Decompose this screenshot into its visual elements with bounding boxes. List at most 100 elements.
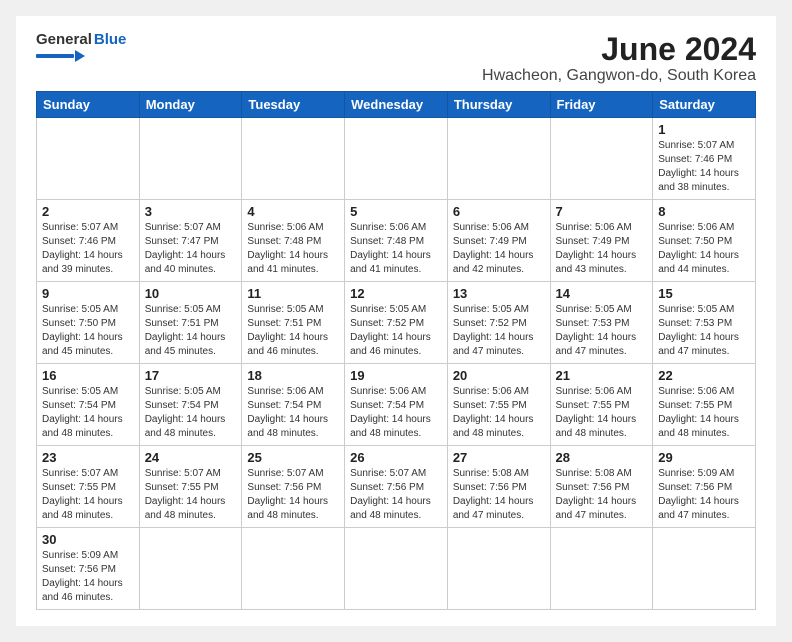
day-header-friday: Friday bbox=[550, 92, 653, 118]
calendar-cell: 17 Sunrise: 5:05 AM Sunset: 7:54 PM Dayli… bbox=[139, 364, 242, 446]
calendar-cell: 21Sunrise: 5:06 AM Sunset: 7:55 PM Dayli… bbox=[550, 364, 653, 446]
calendar-cell bbox=[139, 528, 242, 610]
day-number: 30 bbox=[42, 532, 134, 547]
day-number: 16 bbox=[42, 368, 134, 383]
calendar-cell: 29Sunrise: 5:09 AM Sunset: 7:56 PM Dayli… bbox=[653, 446, 756, 528]
calendar-cell: 8 Sunrise: 5:06 AM Sunset: 7:50 PM Daylig… bbox=[653, 200, 756, 282]
day-number: 27 bbox=[453, 450, 545, 465]
day-number: 11 bbox=[247, 286, 339, 301]
day-info: Sunrise: 5:05 AM Sunset: 7:54 PM Dayligh… bbox=[145, 385, 237, 441]
day-info: Sunrise: 5:05 AM Sunset: 7:53 PM Dayligh… bbox=[556, 303, 648, 359]
day-info: Sunrise: 5:09 AM Sunset: 7:56 PM Dayligh… bbox=[42, 549, 134, 605]
day-info: Sunrise: 5:05 AM Sunset: 7:53 PM Dayligh… bbox=[658, 303, 750, 359]
day-number: 29 bbox=[658, 450, 750, 465]
logo-blue: Blue bbox=[94, 32, 127, 49]
week-row-4: 23 Sunrise: 5:07 AM Sunset: 7:55 PM Dayli… bbox=[37, 446, 756, 528]
day-number: 10 bbox=[145, 286, 237, 301]
page: General Blue June 2024 Hwacheon, Gangwon… bbox=[16, 16, 776, 626]
day-number: 8 bbox=[658, 204, 750, 219]
header: General Blue June 2024 Hwacheon, Gangwon… bbox=[36, 32, 756, 85]
day-info: Sunrise: 5:07 AM Sunset: 7:46 PM Dayligh… bbox=[42, 221, 134, 277]
day-number: 17 bbox=[145, 368, 237, 383]
calendar-cell: 13 Sunrise: 5:05 AM Sunset: 7:52 PM Dayli… bbox=[447, 282, 550, 364]
calendar-cell bbox=[37, 118, 140, 200]
day-info: Sunrise: 5:07 AM Sunset: 7:46 PM Dayligh… bbox=[658, 139, 750, 195]
day-info: Sunrise: 5:07 AM Sunset: 7:55 PM Dayligh… bbox=[145, 467, 237, 523]
week-row-3: 16 Sunrise: 5:05 AM Sunset: 7:54 PM Dayli… bbox=[37, 364, 756, 446]
day-header-wednesday: Wednesday bbox=[345, 92, 448, 118]
calendar-cell bbox=[447, 118, 550, 200]
calendar-cell: 26 Sunrise: 5:07 AM Sunset: 7:56 PM Dayli… bbox=[345, 446, 448, 528]
day-number: 15 bbox=[658, 286, 750, 301]
day-info: Sunrise: 5:06 AM Sunset: 7:55 PM Dayligh… bbox=[658, 385, 750, 441]
day-number: 20 bbox=[453, 368, 545, 383]
calendar-cell bbox=[242, 118, 345, 200]
logo-arrow bbox=[75, 50, 85, 62]
calendar-cell bbox=[653, 528, 756, 610]
calendar-cell: 1 Sunrise: 5:07 AM Sunset: 7:46 PM Daylig… bbox=[653, 118, 756, 200]
day-number: 5 bbox=[350, 204, 442, 219]
day-number: 22 bbox=[658, 368, 750, 383]
day-info: Sunrise: 5:06 AM Sunset: 7:54 PM Dayligh… bbox=[350, 385, 442, 441]
day-info: Sunrise: 5:06 AM Sunset: 7:49 PM Dayligh… bbox=[453, 221, 545, 277]
day-header-thursday: Thursday bbox=[447, 92, 550, 118]
calendar-cell: 12Sunrise: 5:05 AM Sunset: 7:52 PM Dayli… bbox=[345, 282, 448, 364]
week-row-1: 2 Sunrise: 5:07 AM Sunset: 7:46 PM Daylig… bbox=[37, 200, 756, 282]
subtitle: Hwacheon, Gangwon-do, South Korea bbox=[482, 67, 756, 85]
calendar-cell: 10 Sunrise: 5:05 AM Sunset: 7:51 PM Dayli… bbox=[139, 282, 242, 364]
day-info: Sunrise: 5:06 AM Sunset: 7:50 PM Dayligh… bbox=[658, 221, 750, 277]
calendar-cell: 22 Sunrise: 5:06 AM Sunset: 7:55 PM Dayli… bbox=[653, 364, 756, 446]
day-info: Sunrise: 5:06 AM Sunset: 7:54 PM Dayligh… bbox=[247, 385, 339, 441]
logo-bar bbox=[36, 54, 74, 58]
week-row-2: 9Sunrise: 5:05 AM Sunset: 7:50 PM Daylig… bbox=[37, 282, 756, 364]
day-info: Sunrise: 5:05 AM Sunset: 7:51 PM Dayligh… bbox=[145, 303, 237, 359]
main-title: June 2024 bbox=[482, 32, 756, 67]
week-row-0: 1 Sunrise: 5:07 AM Sunset: 7:46 PM Daylig… bbox=[37, 118, 756, 200]
day-number: 24 bbox=[145, 450, 237, 465]
calendar-cell bbox=[447, 528, 550, 610]
day-info: Sunrise: 5:07 AM Sunset: 7:56 PM Dayligh… bbox=[247, 467, 339, 523]
calendar-cell: 15 Sunrise: 5:05 AM Sunset: 7:53 PM Dayli… bbox=[653, 282, 756, 364]
day-info: Sunrise: 5:07 AM Sunset: 7:56 PM Dayligh… bbox=[350, 467, 442, 523]
day-number: 23 bbox=[42, 450, 134, 465]
calendar-cell: 5Sunrise: 5:06 AM Sunset: 7:48 PM Daylig… bbox=[345, 200, 448, 282]
day-number: 26 bbox=[350, 450, 442, 465]
calendar: SundayMondayTuesdayWednesdayThursdayFrid… bbox=[36, 91, 756, 610]
day-number: 21 bbox=[556, 368, 648, 383]
title-block: June 2024 Hwacheon, Gangwon-do, South Ko… bbox=[482, 32, 756, 85]
header-row: SundayMondayTuesdayWednesdayThursdayFrid… bbox=[37, 92, 756, 118]
day-number: 6 bbox=[453, 204, 545, 219]
calendar-cell: 24 Sunrise: 5:07 AM Sunset: 7:55 PM Dayli… bbox=[139, 446, 242, 528]
day-number: 13 bbox=[453, 286, 545, 301]
calendar-cell: 23 Sunrise: 5:07 AM Sunset: 7:55 PM Dayli… bbox=[37, 446, 140, 528]
calendar-cell bbox=[345, 528, 448, 610]
logo: General Blue bbox=[36, 32, 126, 62]
day-number: 2 bbox=[42, 204, 134, 219]
calendar-cell: 20 Sunrise: 5:06 AM Sunset: 7:55 PM Dayli… bbox=[447, 364, 550, 446]
calendar-cell: 25 Sunrise: 5:07 AM Sunset: 7:56 PM Dayli… bbox=[242, 446, 345, 528]
day-info: Sunrise: 5:08 AM Sunset: 7:56 PM Dayligh… bbox=[556, 467, 648, 523]
day-number: 25 bbox=[247, 450, 339, 465]
calendar-cell: 27Sunrise: 5:08 AM Sunset: 7:56 PM Dayli… bbox=[447, 446, 550, 528]
day-info: Sunrise: 5:07 AM Sunset: 7:55 PM Dayligh… bbox=[42, 467, 134, 523]
calendar-cell bbox=[139, 118, 242, 200]
day-info: Sunrise: 5:06 AM Sunset: 7:55 PM Dayligh… bbox=[453, 385, 545, 441]
calendar-cell: 7 Sunrise: 5:06 AM Sunset: 7:49 PM Daylig… bbox=[550, 200, 653, 282]
calendar-cell: 4Sunrise: 5:06 AM Sunset: 7:48 PM Daylig… bbox=[242, 200, 345, 282]
day-info: Sunrise: 5:05 AM Sunset: 7:50 PM Dayligh… bbox=[42, 303, 134, 359]
calendar-cell bbox=[345, 118, 448, 200]
calendar-cell: 19Sunrise: 5:06 AM Sunset: 7:54 PM Dayli… bbox=[345, 364, 448, 446]
day-number: 18 bbox=[247, 368, 339, 383]
day-number: 1 bbox=[658, 122, 750, 137]
day-info: Sunrise: 5:05 AM Sunset: 7:52 PM Dayligh… bbox=[453, 303, 545, 359]
calendar-cell: 3Sunrise: 5:07 AM Sunset: 7:47 PM Daylig… bbox=[139, 200, 242, 282]
calendar-cell: 11Sunrise: 5:05 AM Sunset: 7:51 PM Dayli… bbox=[242, 282, 345, 364]
calendar-cell bbox=[550, 118, 653, 200]
calendar-cell bbox=[242, 528, 345, 610]
calendar-cell: 30 Sunrise: 5:09 AM Sunset: 7:56 PM Dayli… bbox=[37, 528, 140, 610]
calendar-cell: 2 Sunrise: 5:07 AM Sunset: 7:46 PM Daylig… bbox=[37, 200, 140, 282]
day-number: 7 bbox=[556, 204, 648, 219]
day-header-saturday: Saturday bbox=[653, 92, 756, 118]
day-info: Sunrise: 5:06 AM Sunset: 7:49 PM Dayligh… bbox=[556, 221, 648, 277]
week-row-5: 30 Sunrise: 5:09 AM Sunset: 7:56 PM Dayli… bbox=[37, 528, 756, 610]
